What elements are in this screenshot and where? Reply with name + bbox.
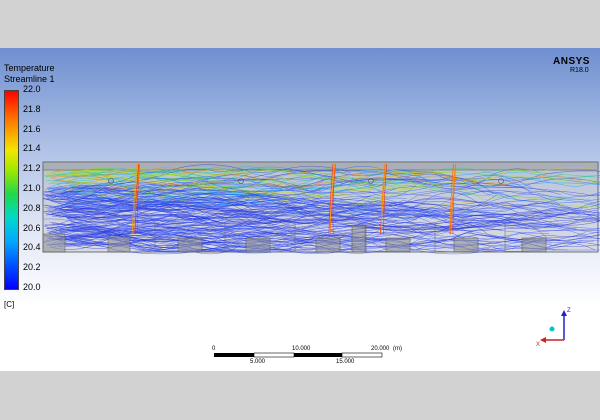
axis-z-label: Z (567, 308, 571, 314)
scale-label: 20.000 (371, 346, 390, 352)
scale-label: 0 (212, 346, 216, 352)
scale-label: 15.000 (336, 359, 355, 365)
streamline-model[interactable] (0, 48, 600, 371)
scale-label: 5.000 (250, 359, 266, 365)
graphics-viewport[interactable]: Temperature Streamline 1 22.0 21.8 21.6 21.… (0, 48, 600, 371)
letterbox-top (0, 0, 600, 48)
scale-unit: (m) (393, 346, 402, 352)
triad-icon[interactable]: Z X (534, 302, 584, 348)
scale-label: 10.000 (292, 346, 311, 352)
letterbox-bottom (0, 371, 600, 420)
axis-x-label: X (536, 342, 540, 348)
